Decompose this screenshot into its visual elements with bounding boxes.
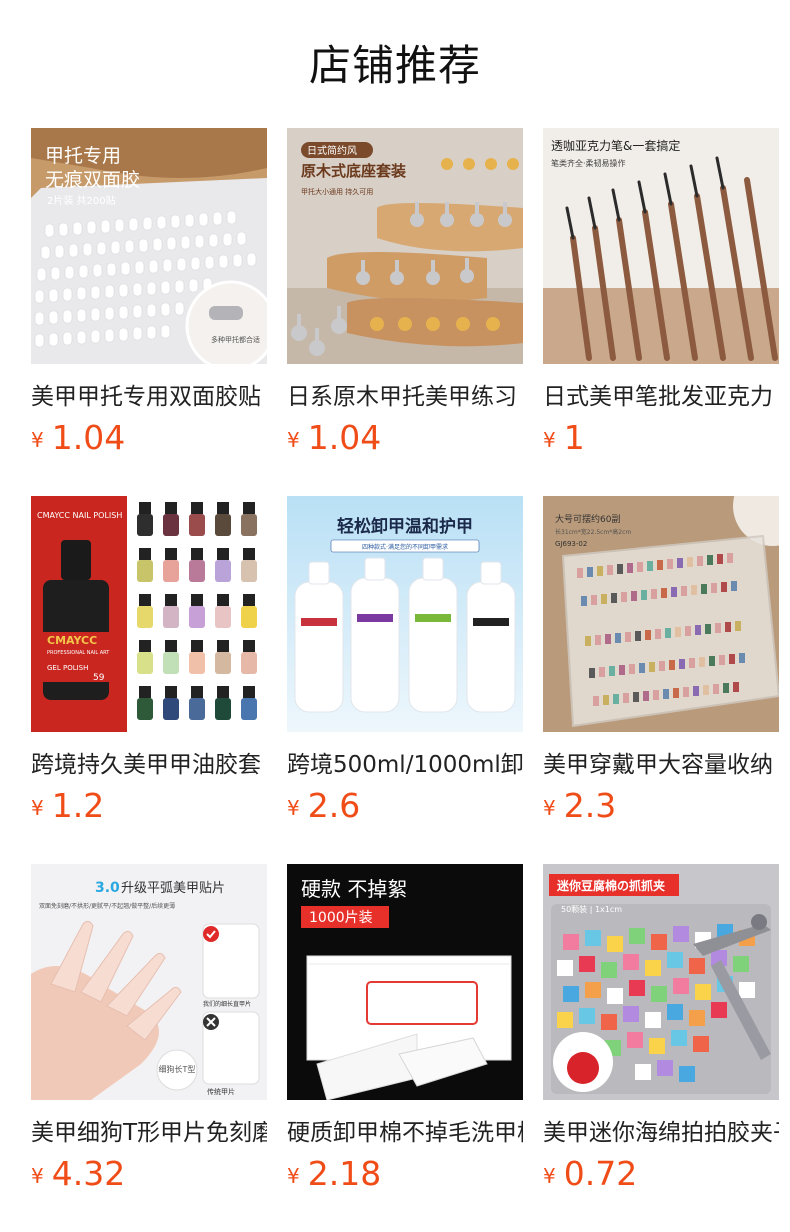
svg-text:GJ693-02: GJ693-02 <box>555 540 587 548</box>
currency-symbol: ¥ <box>543 796 556 820</box>
product-image[interactable]: 3.0 升级平弧美甲贴片 双面免刻磨/不拱形/更腻平/不起翘/做平整/后续更薄 … <box>31 864 267 1100</box>
svg-text:PROFESSIONAL NAIL ART: PROFESSIONAL NAIL ART <box>47 650 110 656</box>
currency-symbol: ¥ <box>31 1164 44 1188</box>
svg-text:3.0: 3.0 <box>95 880 120 896</box>
svg-text:CMAYCC NAIL POLISH: CMAYCC NAIL POLISH <box>37 511 122 520</box>
currency-symbol: ¥ <box>31 796 44 820</box>
product-price: ¥2.6 <box>287 786 360 826</box>
svg-text:50颗装 | 1x1cm: 50颗装 | 1x1cm <box>561 904 622 914</box>
svg-text:四种款式·满足您的不同卸甲需求: 四种款式·满足您的不同卸甲需求 <box>362 543 448 551</box>
product-title[interactable]: 跨境持久美甲甲油胶套 <box>31 748 267 782</box>
svg-text:升级平弧美甲贴片: 升级平弧美甲贴片 <box>121 881 225 896</box>
product-title[interactable]: 美甲迷你海绵拍拍胶夹子 <box>543 1116 779 1150</box>
product-title[interactable]: 日系原木甲托美甲练习 <box>287 380 523 414</box>
product-title[interactable]: 跨境500ml/1000ml卸甲 <box>287 748 523 782</box>
currency-symbol: ¥ <box>543 428 556 452</box>
svg-text:双面免刻磨/不拱形/更腻平/不起翘/做平整/后续更薄: 双面免刻磨/不拱形/更腻平/不起翘/做平整/后续更薄 <box>39 902 175 910</box>
product-price: ¥2.18 <box>287 1154 381 1194</box>
svg-text:甲托大小通用 持久可用: 甲托大小通用 持久可用 <box>301 187 373 196</box>
price-amount: 0.72 <box>563 1154 638 1193</box>
price-amount: 2.6 <box>307 786 361 825</box>
product-image[interactable]: 大号可摆约60副 长31cm*宽22.5cm*高2cm GJ693-02 <box>543 496 779 732</box>
section-title: 店铺推荐 <box>308 41 481 90</box>
svg-text:透咖亚克力笔&一套搞定: 透咖亚克力笔&一套搞定 <box>551 138 680 153</box>
svg-text:59: 59 <box>93 673 105 683</box>
product-title[interactable]: 美甲甲托专用双面胶贴 <box>31 380 267 414</box>
price-amount: 2.18 <box>307 1154 382 1193</box>
price-amount: 1.04 <box>51 418 126 457</box>
svg-text:CMAYCC: CMAYCC <box>47 634 97 647</box>
product-title[interactable]: 美甲穿戴甲大容量收纳 <box>543 748 779 782</box>
product-price: ¥0.72 <box>543 1154 637 1194</box>
svg-text:甲托专用: 甲托专用 <box>45 145 121 167</box>
product-price: ¥1 <box>543 418 585 458</box>
svg-text:硬款 不掉絮: 硬款 不掉絮 <box>301 877 407 901</box>
svg-text:长31cm*宽22.5cm*高2cm: 长31cm*宽22.5cm*高2cm <box>555 528 631 536</box>
svg-text:传统甲片: 传统甲片 <box>207 1087 235 1096</box>
svg-text:无痕双面胶: 无痕双面胶 <box>45 169 140 191</box>
currency-symbol: ¥ <box>31 428 44 452</box>
svg-text:笔类齐全·柔韧易操作: 笔类齐全·柔韧易操作 <box>551 158 626 168</box>
currency-symbol: ¥ <box>287 1164 300 1188</box>
product-price: ¥1.04 <box>287 418 381 458</box>
currency-symbol: ¥ <box>543 1164 556 1188</box>
product-title[interactable]: 硬质卸甲棉不掉毛洗甲棉 <box>287 1116 523 1150</box>
svg-text:大号可摆约60副: 大号可摆约60副 <box>555 513 620 525</box>
price-amount: 4.32 <box>51 1154 126 1193</box>
svg-text:迷你豆腐棉の抓抓夹: 迷你豆腐棉の抓抓夹 <box>556 878 665 893</box>
svg-text:日式简约风: 日式简约风 <box>307 144 357 157</box>
svg-text:轻松卸甲温和护甲: 轻松卸甲温和护甲 <box>337 516 473 537</box>
price-amount: 1.04 <box>307 418 382 457</box>
product-image[interactable]: 日式简约风 原木式底座套装 甲托大小通用 持久可用 <box>287 128 523 364</box>
svg-text:细狗长T型: 细狗长T型 <box>159 1064 196 1074</box>
product-image[interactable]: 轻松卸甲温和护甲 四种款式·满足您的不同卸甲需求 <box>287 496 523 732</box>
currency-symbol: ¥ <box>287 428 300 452</box>
currency-symbol: ¥ <box>287 796 300 820</box>
product-price: ¥2.3 <box>543 786 616 826</box>
svg-text:多种甲托都合适: 多种甲托都合适 <box>211 335 260 344</box>
product-image[interactable]: CMAYCC NAIL POLISH CMAYCC PROFESSIONAL N… <box>31 496 267 732</box>
product-price: ¥4.32 <box>31 1154 125 1194</box>
svg-text:我们的细长直甲片: 我们的细长直甲片 <box>203 1000 251 1008</box>
price-amount: 2.3 <box>563 786 617 825</box>
svg-text:GEL POLISH: GEL POLISH <box>47 664 88 672</box>
product-image[interactable]: 迷你豆腐棉の抓抓夹 50颗装 | 1x1cm <box>543 864 779 1100</box>
price-amount: 1.2 <box>51 786 105 825</box>
product-image[interactable]: 甲托专用 无痕双面胶 2片装 共200贴 多种甲托都合适 <box>31 128 267 364</box>
product-image[interactable]: 硬款 不掉絮 1000片装 <box>287 864 523 1100</box>
product-grid: 甲托专用 无痕双面胶 2片装 共200贴 多种甲托都合适 美甲甲托专用双面胶贴 … <box>31 128 790 1232</box>
product-image[interactable]: 透咖亚克力笔&一套搞定 笔类齐全·柔韧易操作 <box>543 128 779 364</box>
svg-text:1000片装: 1000片装 <box>309 910 373 926</box>
product-price: ¥1.2 <box>31 786 104 826</box>
svg-text:原木式底座套装: 原木式底座套装 <box>301 162 407 180</box>
product-price: ¥1.04 <box>31 418 125 458</box>
product-title[interactable]: 日式美甲笔批发亚克力 <box>543 380 779 414</box>
svg-text:2片装 共200贴: 2片装 共200贴 <box>47 194 116 207</box>
price-amount: 1 <box>563 418 585 457</box>
product-title[interactable]: 美甲细狗T形甲片免刻磨 <box>31 1116 267 1150</box>
